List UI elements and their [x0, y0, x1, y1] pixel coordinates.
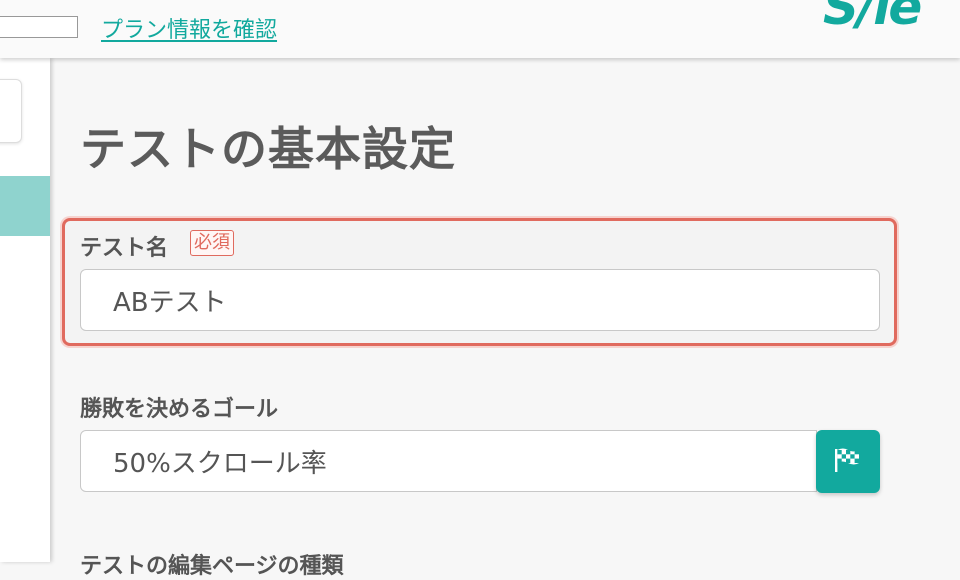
main-content: テストの基本設定 テスト名 必須 勝敗を決めるゴール: [50, 58, 960, 579]
sidebar: [0, 58, 50, 562]
goal-input[interactable]: [80, 430, 817, 492]
goal-label: 勝敗を決めるゴール: [80, 397, 279, 422]
page-title: テストの基本設定: [80, 122, 456, 176]
edit-page-type-label: テストの編集ページの種類: [80, 554, 344, 579]
sidebar-card[interactable]: [0, 79, 22, 143]
plan-select[interactable]: [0, 16, 78, 38]
top-header: プラン情報を確認 S/le: [0, 0, 960, 58]
required-badge: 必須: [190, 230, 234, 256]
goal-select-button[interactable]: [816, 430, 880, 493]
plan-info-link[interactable]: プラン情報を確認: [101, 12, 277, 44]
test-name-label: テスト名: [80, 236, 169, 261]
brand-logo: S/le: [823, 0, 922, 36]
sidebar-active-item[interactable]: [0, 176, 50, 236]
checkered-flag-icon: [833, 446, 863, 478]
test-name-input[interactable]: [80, 269, 880, 331]
